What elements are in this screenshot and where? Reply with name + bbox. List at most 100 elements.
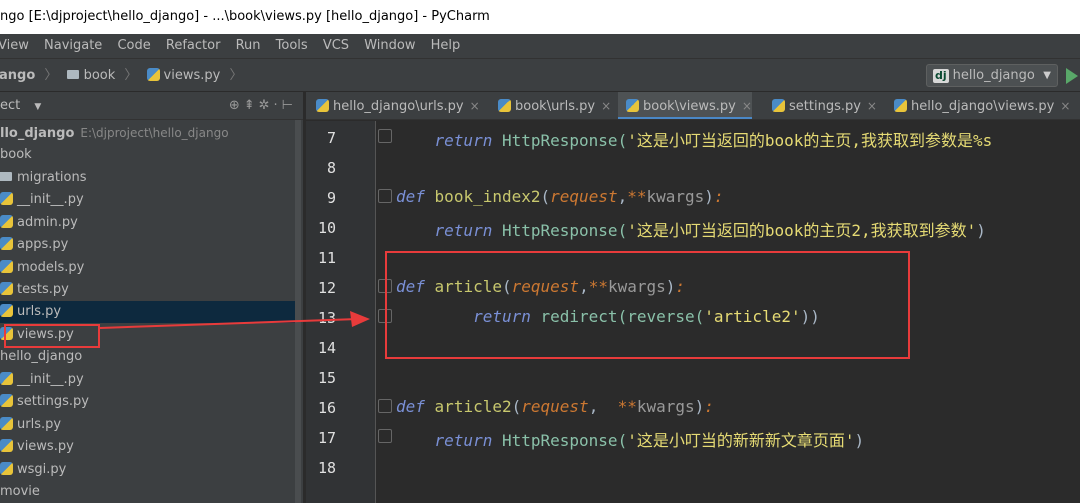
menu-vcs[interactable]: VCS [323, 34, 349, 58]
breadcrumb-separator: 〉 [124, 68, 138, 83]
breadcrumb-folder[interactable]: book [66, 59, 115, 92]
hide-icon[interactable]: ⊢ [282, 98, 297, 113]
menu-window[interactable]: Window [364, 34, 415, 58]
close-icon[interactable]: × [742, 99, 752, 113]
tree-item-init[interactable]: __init__.py [0, 189, 84, 211]
collapse-icon[interactable]: ⇞ [244, 98, 259, 113]
tree-item-label: __init__.py [17, 192, 84, 207]
tree-item-label: tests.py [17, 282, 69, 297]
tree-item-migrations[interactable]: migrations [0, 167, 87, 189]
line-number: 18 [317, 459, 336, 477]
python-file-icon [0, 394, 13, 407]
close-icon[interactable]: × [867, 99, 877, 113]
python-file-icon [146, 68, 160, 81]
python-file-icon [772, 99, 785, 112]
string-literal: '这是小叮当返回的book的主页,我获取到参数是%s [627, 131, 993, 150]
run-icon[interactable] [1066, 68, 1078, 84]
menu-help[interactable]: Help [431, 34, 461, 58]
project-panel-header: ect ▼ ⊕⇞✲·⊢ [0, 92, 303, 120]
menu-tools[interactable]: Tools [276, 34, 308, 58]
tab-settings[interactable]: settings.py × [764, 92, 877, 119]
locate-icon[interactable]: ⊕ [229, 98, 244, 113]
code-line: return HttpResponse('这是小叮当返回的book的主页,我获取… [396, 127, 993, 151]
fold-marker-icon[interactable] [378, 399, 392, 413]
keyword: def [396, 397, 425, 416]
tree-item-label: hello_django [0, 349, 83, 364]
breadcrumb-file[interactable]: views.py [146, 59, 221, 92]
python-file-icon [0, 260, 13, 273]
line-number: 15 [317, 369, 336, 387]
tree-item-hello-django[interactable]: hello_django [0, 346, 82, 368]
menu-run[interactable]: Run [236, 34, 261, 58]
editor-tabs: hello_django\urls.py × book\urls.py × book… [306, 92, 1080, 120]
menu-navigate[interactable]: Navigate [44, 34, 102, 58]
django-icon: dj [933, 69, 949, 83]
line-number: 8 [326, 159, 336, 177]
tree-item-settings[interactable]: settings.py [0, 391, 89, 413]
close-icon[interactable]: × [470, 99, 480, 113]
tab-hello-django-views[interactable]: hello_django\views.py × [886, 92, 1070, 119]
tree-item-label: migrations [17, 170, 87, 185]
parameter: kwargs [646, 187, 705, 206]
string-literal: '这是小叮当的新新新文章页面' [627, 431, 855, 450]
run-configuration-select[interactable]: dj hello_django ▼ [926, 64, 1058, 87]
string-literal: '这是小叮当返回的book的主页2,我获取到参数' [627, 221, 977, 240]
fold-marker-icon[interactable] [378, 129, 392, 143]
project-panel-title[interactable]: ect [0, 98, 20, 113]
tree-item-label: __init__.py [17, 372, 84, 387]
code-line: def article2(request, **kwargs): [396, 397, 714, 416]
tab-book-urls[interactable]: book\urls.py × [490, 92, 611, 119]
tree-item-movie[interactable]: movie [0, 481, 40, 503]
tab-label: hello_django\views.py [911, 99, 1055, 114]
tree-item-label: movie [0, 484, 40, 499]
keyword: return [434, 221, 493, 240]
chevron-down-icon[interactable]: ▼ [34, 102, 41, 112]
code-line: return HttpResponse('这是小叮当的新新新文章页面') [434, 431, 865, 450]
python-file-icon [0, 237, 13, 250]
close-icon[interactable]: × [601, 99, 611, 113]
tree-root[interactable]: llo_django E:\djproject\hello_django [0, 122, 229, 144]
tab-hello-django-urls[interactable]: hello_django\urls.py × [308, 92, 480, 119]
tree-item-models[interactable]: models.py [0, 257, 84, 279]
menu-view[interactable]: View [0, 34, 29, 58]
menu-code[interactable]: Code [117, 34, 150, 58]
window-title: ngo [E:\djproject\hello_django] - ...\bo… [0, 9, 490, 24]
tree-item-book[interactable]: book [0, 144, 32, 166]
fold-marker-icon[interactable] [378, 429, 392, 443]
folder-icon [66, 70, 79, 79]
line-number: 17 [317, 429, 336, 447]
line-number: 12 [317, 279, 336, 297]
python-file-icon [498, 99, 511, 112]
tree-item-label: models.py [17, 260, 85, 275]
tab-label: hello_django\urls.py [333, 99, 464, 114]
tab-label: book\urls.py [515, 99, 596, 114]
fold-marker-icon[interactable] [378, 189, 392, 203]
line-number: 9 [326, 189, 336, 207]
breadcrumb-file-label: views.py [163, 68, 221, 83]
menu-refactor[interactable]: Refactor [166, 34, 221, 58]
parameter: request [521, 397, 589, 416]
python-file-icon [316, 99, 329, 112]
tree-item-urls[interactable]: urls.py [0, 414, 61, 436]
parameter: kwargs [636, 397, 695, 416]
keyword: def [396, 187, 425, 206]
tree-item-init[interactable]: __init__.py [0, 369, 84, 391]
tree-item-label: book [0, 147, 32, 162]
tree-item-views[interactable]: views.py [0, 436, 74, 458]
breadcrumb-project[interactable]: ango [0, 59, 35, 92]
tree-item-admin[interactable]: admin.py [0, 212, 78, 234]
close-icon[interactable]: × [1060, 99, 1070, 113]
navigation-bar: ango 〉 book 〉 views.py 〉 dj hello_django … [0, 58, 1080, 92]
tree-item-label: urls.py [17, 304, 62, 319]
tree-item-tests[interactable]: tests.py [0, 279, 69, 301]
gear-icon[interactable]: ✲· [259, 98, 282, 113]
tree-item-label: admin.py [17, 215, 78, 230]
python-file-icon [894, 99, 907, 112]
tree-item-wsgi[interactable]: wsgi.py [0, 459, 66, 481]
function-name: book_index2 [434, 187, 541, 206]
tree-item-apps[interactable]: apps.py [0, 234, 68, 256]
code-call: HttpResponse( [501, 431, 628, 450]
run-configuration-label: hello_django [952, 68, 1035, 83]
line-number: 14 [317, 339, 336, 357]
tab-book-views[interactable]: book\views.py × [618, 92, 752, 119]
